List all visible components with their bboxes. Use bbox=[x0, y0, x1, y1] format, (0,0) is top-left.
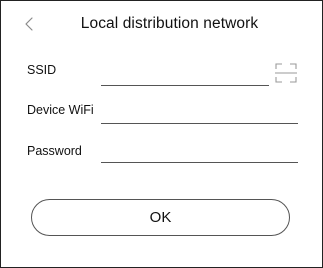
page-title: Local distribution network bbox=[80, 15, 259, 32]
password-input[interactable] bbox=[103, 144, 297, 162]
ssid-input[interactable] bbox=[103, 65, 269, 83]
header-bar: Local distribution network bbox=[1, 1, 322, 47]
device-wifi-input[interactable] bbox=[103, 104, 297, 122]
password-underline bbox=[101, 162, 298, 163]
ssid-label: SSID bbox=[27, 63, 57, 77]
ok-button[interactable]: OK bbox=[31, 199, 290, 236]
password-label: Password bbox=[27, 144, 82, 158]
scan-button[interactable] bbox=[274, 62, 298, 84]
ssid-underline bbox=[101, 85, 269, 86]
device-wifi-underline bbox=[101, 123, 298, 124]
screen-frame: Local distribution network SSID Device W… bbox=[0, 0, 323, 268]
device-wifi-label: Device WiFi bbox=[27, 103, 94, 117]
scan-frame-icon bbox=[274, 62, 298, 84]
